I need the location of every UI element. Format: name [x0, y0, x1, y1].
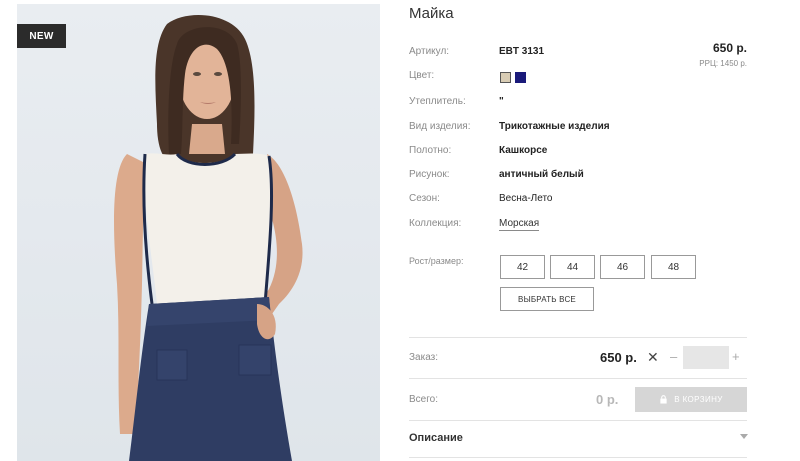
description-toggle[interactable]: Описание: [409, 432, 463, 444]
add-to-cart-button[interactable]: В КОРЗИНУ: [635, 387, 747, 412]
pattern-label: Рисунок:: [409, 169, 450, 180]
decrement-button[interactable]: –: [670, 349, 677, 364]
size-button-46[interactable]: 46: [600, 255, 645, 279]
color-label: Цвет:: [409, 70, 435, 81]
divider: [409, 337, 747, 338]
size-button-48[interactable]: 48: [651, 255, 696, 279]
season-value: Весна-Лето: [499, 193, 553, 204]
product-price: 650 р.: [712, 41, 747, 55]
product-title: Майка: [409, 5, 454, 22]
lock-icon: [660, 395, 667, 404]
color-swatch-navy[interactable]: [515, 72, 526, 83]
insulation-label: Утеплитель:: [409, 96, 466, 107]
product-photo[interactable]: NEW: [17, 4, 380, 461]
fabric-value: Кашкорсе: [499, 145, 548, 156]
total-label: Всего:: [409, 394, 438, 405]
product-type-value: Трикотажные изделия: [499, 121, 610, 132]
add-to-cart-label: В КОРЗИНУ: [674, 395, 723, 404]
recommended-retail-price: РРЦ: 1450 р.: [699, 59, 747, 68]
collection-link[interactable]: Морская: [499, 218, 540, 231]
size-button-44[interactable]: 44: [550, 255, 595, 279]
fabric-label: Полотно:: [409, 145, 452, 156]
select-all-button[interactable]: ВЫБРАТЬ ВСЕ: [500, 287, 594, 311]
insulation-value: ": [499, 96, 504, 107]
order-price: 650 р.: [600, 350, 637, 365]
divider: [409, 457, 747, 458]
size-button-42[interactable]: 42: [500, 255, 545, 279]
product-type-label: Вид изделия:: [409, 121, 471, 132]
article-label: Артикул:: [409, 46, 450, 57]
increment-button[interactable]: +: [732, 349, 740, 364]
season-label: Сезон:: [409, 193, 440, 204]
color-swatch-beige[interactable]: [500, 72, 511, 83]
pattern-value: античный белый: [499, 169, 584, 180]
new-badge: NEW: [17, 24, 66, 48]
model-illustration: [114, 15, 303, 461]
divider: [409, 378, 747, 379]
clear-order-icon[interactable]: ✕: [647, 349, 659, 366]
article-value: EBT 3131: [499, 46, 545, 57]
quantity-input[interactable]: [683, 346, 729, 369]
chevron-down-icon[interactable]: [740, 434, 748, 440]
total-price: 0 р.: [596, 392, 619, 407]
collection-label: Коллекция:: [409, 218, 462, 229]
divider: [409, 420, 747, 421]
order-label: Заказ:: [409, 352, 439, 363]
size-label: Рост/размер:: [409, 256, 464, 266]
